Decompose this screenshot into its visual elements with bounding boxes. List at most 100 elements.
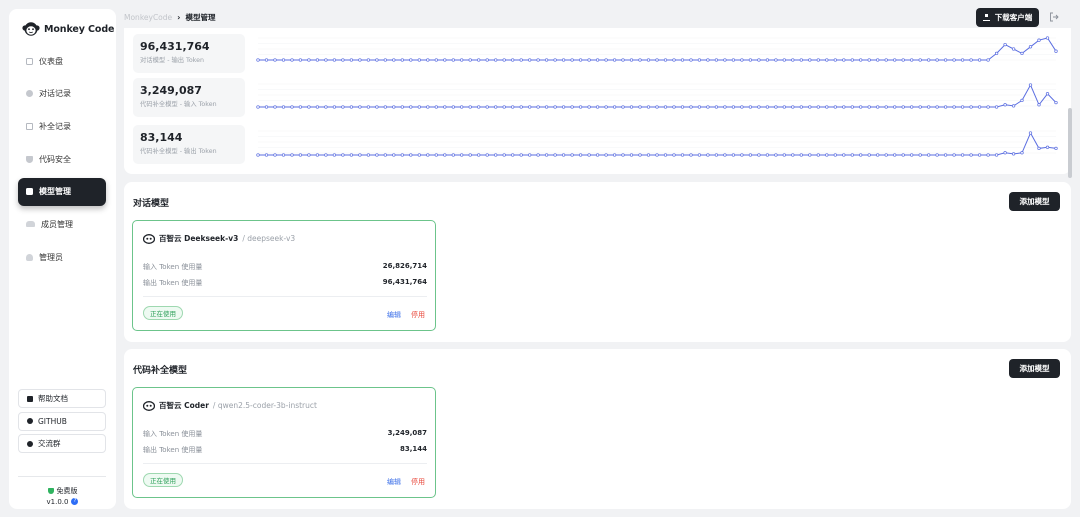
sparkline-point bbox=[757, 153, 761, 157]
sparkline-point bbox=[765, 153, 770, 157]
sidebar-item-member-management[interactable]: 成员管理 bbox=[18, 210, 106, 238]
sparkline-point bbox=[663, 58, 668, 62]
breadcrumb-root[interactable]: MonkeyCode bbox=[124, 13, 172, 22]
sparkline-point bbox=[1037, 38, 1041, 42]
sparkline-point bbox=[782, 153, 786, 157]
sparkline-point bbox=[918, 105, 922, 109]
sparkline-point bbox=[943, 58, 948, 62]
sparkline-point bbox=[570, 105, 574, 109]
sparkline-point bbox=[859, 153, 863, 157]
disable-model-link[interactable]: 停用 bbox=[411, 477, 425, 487]
sparkline-point bbox=[604, 153, 608, 157]
sparkline-point bbox=[511, 105, 515, 109]
sidebar-item-dashboard[interactable]: 仪表盘 bbox=[18, 47, 106, 75]
status-badge: 正在使用 bbox=[143, 473, 183, 487]
add-model-button[interactable]: 添加模型 bbox=[1009, 359, 1060, 378]
sidebar-item-admin[interactable]: 管理员 bbox=[18, 243, 106, 271]
dashboard-icon bbox=[26, 57, 33, 65]
sparkline-point bbox=[587, 153, 591, 157]
app-logo[interactable]: Monkey Code bbox=[22, 21, 115, 37]
sidebar-item-label: 成员管理 bbox=[41, 219, 73, 229]
sparkline-point bbox=[791, 153, 795, 157]
add-model-button[interactable]: 添加模型 bbox=[1009, 192, 1060, 211]
sparkline-point bbox=[825, 58, 829, 62]
sidebar-item-completion-records[interactable]: 补全记录 bbox=[18, 112, 106, 140]
sparkline-point bbox=[791, 58, 795, 62]
community-group-button[interactable]: 交流群 bbox=[18, 434, 106, 454]
sparkline-point bbox=[994, 105, 999, 109]
sidebar-item-code-security[interactable]: 代码安全 bbox=[18, 145, 106, 173]
sparkline-point bbox=[443, 153, 447, 157]
sparkline-point bbox=[417, 153, 421, 157]
model-name: 百智云 Deekseek-v3 bbox=[159, 234, 239, 243]
page-scrollbar[interactable] bbox=[1068, 108, 1072, 178]
sparkline-point bbox=[392, 58, 396, 62]
sparkline-point bbox=[1028, 45, 1033, 49]
model-header: 百智云 Coder / qwen2.5-coder-3b-instruct bbox=[143, 400, 317, 411]
sparkline-point bbox=[697, 58, 702, 62]
sparkline-point bbox=[850, 153, 854, 157]
sparkline-point bbox=[757, 105, 761, 109]
sparkline-point bbox=[1003, 151, 1007, 155]
output-usage-row: 输出 Token 使用量 96,431,764 bbox=[143, 278, 427, 288]
sparkline-point bbox=[774, 105, 778, 109]
sparkline-point bbox=[910, 105, 914, 109]
sparkline-point bbox=[850, 58, 854, 62]
sparkline-point bbox=[1037, 146, 1041, 151]
sparkline-point bbox=[952, 58, 956, 62]
sparkline-point bbox=[612, 153, 617, 157]
sparkline-point bbox=[375, 105, 379, 109]
logout-icon[interactable] bbox=[1049, 12, 1059, 22]
edit-model-link[interactable]: 编辑 bbox=[387, 477, 401, 487]
input-usage-label: 输入 Token 使用量 bbox=[143, 263, 203, 271]
sparkline-point bbox=[400, 58, 404, 62]
sparkline-point bbox=[290, 58, 294, 62]
sparkline-point bbox=[859, 58, 863, 62]
book-icon bbox=[27, 395, 33, 402]
sparkline-point bbox=[621, 105, 625, 109]
sparkline-point bbox=[451, 58, 455, 62]
sparkline-point bbox=[494, 153, 498, 157]
edit-model-link[interactable]: 编辑 bbox=[387, 310, 401, 320]
download-client-button[interactable]: 下载客户端 bbox=[976, 8, 1039, 27]
community-group-label: 交流群 bbox=[38, 439, 61, 449]
sparkline-point bbox=[646, 105, 651, 109]
sparkline-point bbox=[765, 58, 770, 62]
sparkline-point bbox=[969, 153, 973, 157]
sparkline-point bbox=[884, 105, 888, 109]
sparkline-point bbox=[1020, 98, 1024, 103]
sparkline-point bbox=[1003, 103, 1007, 107]
sparkline-point bbox=[544, 58, 549, 62]
sparkline-point bbox=[977, 105, 982, 109]
sparkline-point bbox=[825, 153, 829, 157]
github-button[interactable]: GITHUB bbox=[18, 411, 106, 431]
sparkline-point bbox=[358, 105, 362, 109]
disable-model-link[interactable]: 停用 bbox=[411, 310, 425, 320]
sparkline-point bbox=[723, 153, 727, 157]
update-info-icon[interactable]: ? bbox=[71, 498, 79, 505]
sparkline-point bbox=[680, 105, 685, 109]
sparkline-point bbox=[315, 105, 320, 109]
sparkline-point bbox=[519, 105, 523, 109]
sidebar-item-model-management[interactable]: 模型管理 bbox=[18, 177, 106, 206]
sparkline-point bbox=[706, 105, 710, 109]
sparkline-point bbox=[485, 105, 489, 109]
download-client-label: 下载客户端 bbox=[994, 13, 1033, 22]
sparkline-point bbox=[918, 153, 922, 157]
help-docs-button[interactable]: 帮助文档 bbox=[18, 389, 106, 408]
sparkline-point bbox=[468, 105, 472, 109]
sidebar-item-label: 补全记录 bbox=[39, 121, 71, 131]
sparkline-point bbox=[307, 153, 311, 157]
sidebar-item-chat-records[interactable]: 对话记录 bbox=[18, 80, 106, 108]
sparkline-point bbox=[850, 105, 854, 109]
github-label: GITHUB bbox=[38, 416, 67, 426]
sidebar-item-label: 仪表盘 bbox=[39, 56, 63, 66]
sparkline-point bbox=[867, 58, 871, 62]
sparkline-point bbox=[680, 58, 685, 62]
sparkline-point bbox=[587, 105, 591, 109]
sparkline-point bbox=[808, 153, 812, 157]
sparkline-point bbox=[638, 153, 642, 157]
sparkline-point bbox=[273, 58, 277, 62]
shield-icon bbox=[26, 155, 33, 163]
sparkline-point bbox=[264, 58, 269, 62]
